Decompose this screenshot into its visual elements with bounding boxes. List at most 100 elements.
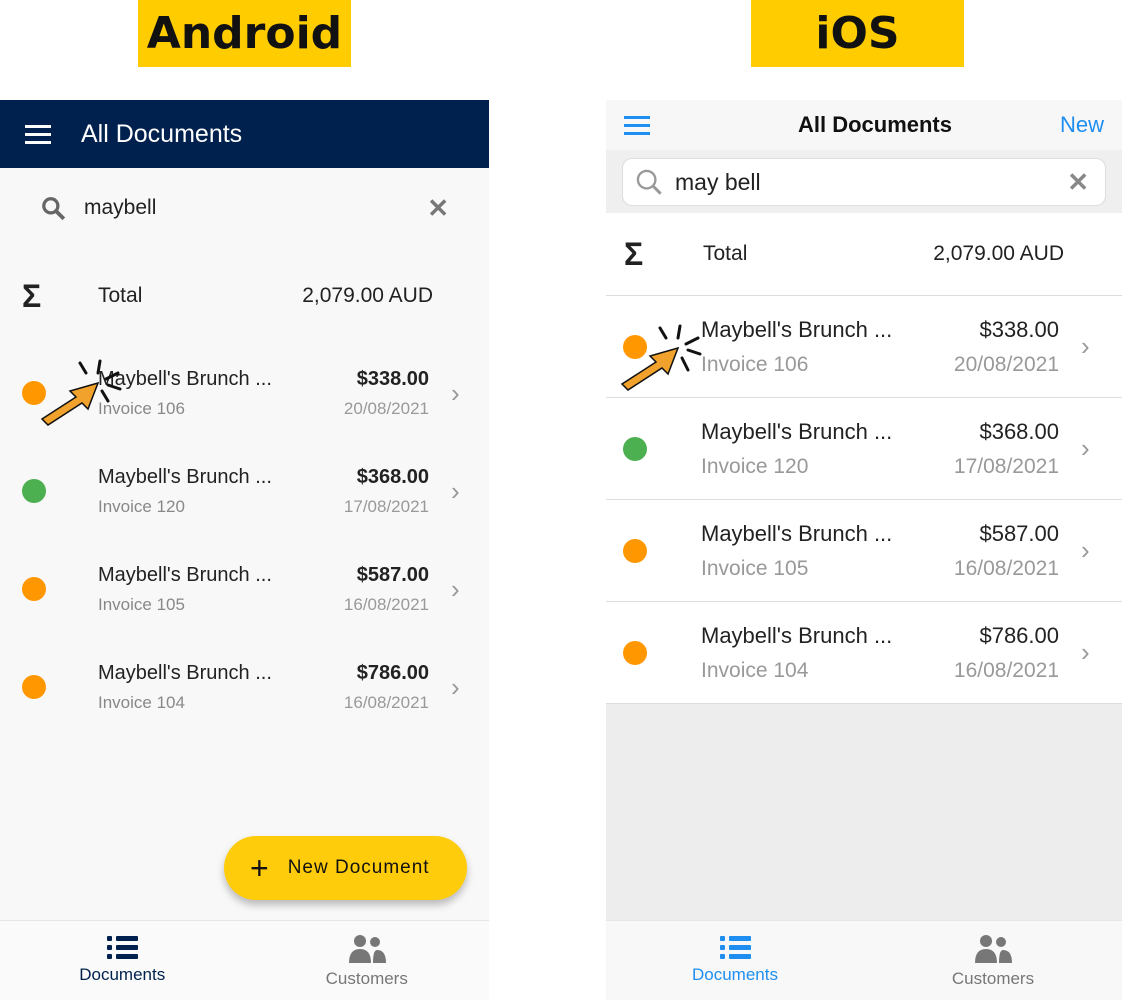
date: 17/08/2021: [953, 454, 1059, 478]
document-row[interactable]: Maybell's Brunch ... Invoice 105 $587.00…: [606, 500, 1122, 602]
total-row: Σ Total 2,079.00 AUD: [606, 213, 1122, 296]
chevron-right-icon: ›: [1081, 433, 1090, 463]
customer-name: Maybell's Brunch ...: [701, 418, 893, 444]
status-dot: [22, 675, 46, 699]
customer-name: Maybell's Brunch ...: [98, 661, 272, 684]
invoice-number: Invoice 120: [98, 496, 185, 516]
ios-screen: All Documents New may bell ✕ Σ Total 2,0…: [606, 100, 1122, 1000]
customer-name: Maybell's Brunch ...: [701, 316, 893, 342]
nav-bar: All Documents New: [606, 100, 1122, 150]
search-input[interactable]: maybell: [84, 196, 427, 220]
document-row[interactable]: Maybell's Brunch ... Invoice 104 $786.00…: [606, 602, 1122, 704]
date: 20/08/2021: [343, 398, 429, 418]
invoice-number: Invoice 105: [701, 556, 809, 580]
amount: $587.00: [356, 563, 429, 586]
chevron-right-icon: ›: [451, 671, 460, 702]
tab-label: Documents: [692, 965, 778, 984]
search-field[interactable]: may bell ✕: [622, 158, 1106, 206]
customers-icon: [975, 934, 1012, 963]
status-dot: [22, 479, 46, 503]
date: 20/08/2021: [953, 352, 1059, 376]
search-input[interactable]: may bell: [675, 169, 1067, 196]
new-button[interactable]: New: [1060, 112, 1104, 138]
customer-name: Maybell's Brunch ...: [98, 367, 272, 390]
search-bar: may bell ✕: [606, 150, 1122, 213]
chevron-right-icon: ›: [1081, 637, 1090, 667]
tab-documents[interactable]: Documents: [606, 921, 864, 1000]
document-row[interactable]: Maybell's Brunch ... Invoice 105 $587.00…: [0, 540, 489, 638]
customer-name: Maybell's Brunch ...: [98, 465, 272, 488]
page-title: All Documents: [81, 119, 243, 148]
date: 16/08/2021: [343, 594, 429, 614]
total-value: 2,079.00 AUD: [933, 242, 1064, 265]
bottom-nav: Documents Customers: [0, 920, 489, 1000]
page-title: All Documents: [797, 112, 952, 137]
total-row: Σ Total 2,079.00 AUD: [0, 248, 489, 344]
amount: $338.00: [979, 316, 1059, 342]
sigma-icon: Σ: [22, 277, 42, 314]
amount: $368.00: [356, 465, 429, 488]
search-bar[interactable]: maybell ✕: [0, 168, 489, 248]
customer-name: Maybell's Brunch ...: [98, 563, 272, 586]
document-row[interactable]: Maybell's Brunch ... Invoice 106 $338.00…: [606, 296, 1122, 398]
amount: $338.00: [356, 367, 429, 390]
tab-bar: Documents Customers: [606, 920, 1122, 1000]
app-bar: All Documents: [0, 100, 489, 168]
status-dot: [623, 436, 647, 461]
document-row[interactable]: Maybell's Brunch ... Invoice 106 $338.00…: [0, 344, 489, 442]
customers-icon: [348, 934, 386, 963]
amount: $587.00: [979, 520, 1059, 546]
total-label: Total: [98, 284, 143, 307]
amount: $786.00: [979, 622, 1059, 648]
amount: $368.00: [979, 418, 1059, 444]
chevron-right-icon: ›: [451, 377, 460, 408]
invoice-number: Invoice 106: [701, 352, 809, 376]
tab-documents[interactable]: Documents: [0, 921, 245, 1000]
hamburger-icon[interactable]: [25, 124, 51, 144]
clear-icon[interactable]: ✕: [1067, 167, 1089, 198]
android-label: Android: [138, 0, 351, 67]
clear-icon[interactable]: ✕: [427, 193, 449, 224]
chevron-right-icon: ›: [451, 475, 460, 506]
list-icon: [719, 936, 751, 959]
total-label: Total: [703, 242, 748, 265]
status-dot: [623, 640, 647, 665]
date: 16/08/2021: [953, 556, 1059, 580]
android-screen: All Documents maybell ✕ Σ Total 2,079.00…: [0, 100, 489, 1000]
tab-customers[interactable]: Customers: [864, 921, 1122, 1000]
invoice-number: Invoice 104: [98, 692, 185, 712]
status-dot: [22, 577, 46, 601]
document-row[interactable]: Maybell's Brunch ... Invoice 120 $368.00…: [0, 442, 489, 540]
amount: $786.00: [356, 661, 429, 684]
ios-label: iOS: [751, 0, 964, 67]
hamburger-icon[interactable]: [624, 115, 650, 135]
document-row[interactable]: Maybell's Brunch ... Invoice 120 $368.00…: [606, 398, 1122, 500]
tab-label: Customers: [325, 968, 408, 988]
status-dot: [623, 538, 647, 563]
tab-label: Documents: [79, 965, 166, 984]
new-document-button[interactable]: + New Document: [224, 836, 467, 900]
invoice-number: Invoice 120: [701, 454, 809, 478]
total-value: 2,079.00 AUD: [302, 284, 433, 307]
invoice-number: Invoice 104: [701, 658, 809, 682]
tab-customers[interactable]: Customers: [245, 921, 490, 1000]
chevron-right-icon: ›: [451, 573, 460, 604]
search-icon: [636, 169, 662, 195]
list-icon: [106, 936, 138, 959]
chevron-right-icon: ›: [1081, 535, 1090, 565]
date: 17/08/2021: [343, 496, 429, 516]
new-document-label: New Document: [287, 857, 430, 878]
date: 16/08/2021: [343, 692, 429, 712]
invoice-number: Invoice 106: [98, 398, 185, 418]
customer-name: Maybell's Brunch ...: [701, 520, 893, 546]
document-row[interactable]: Maybell's Brunch ... Invoice 104 $786.00…: [0, 638, 489, 736]
sigma-icon: Σ: [624, 235, 644, 272]
invoice-number: Invoice 105: [98, 594, 185, 614]
customer-name: Maybell's Brunch ...: [701, 622, 893, 648]
tab-label: Customers: [951, 968, 1035, 988]
chevron-right-icon: ›: [1081, 331, 1090, 361]
status-dot: [623, 334, 647, 359]
search-icon: [42, 197, 66, 221]
date: 16/08/2021: [953, 658, 1059, 682]
plus-icon: +: [250, 849, 270, 886]
